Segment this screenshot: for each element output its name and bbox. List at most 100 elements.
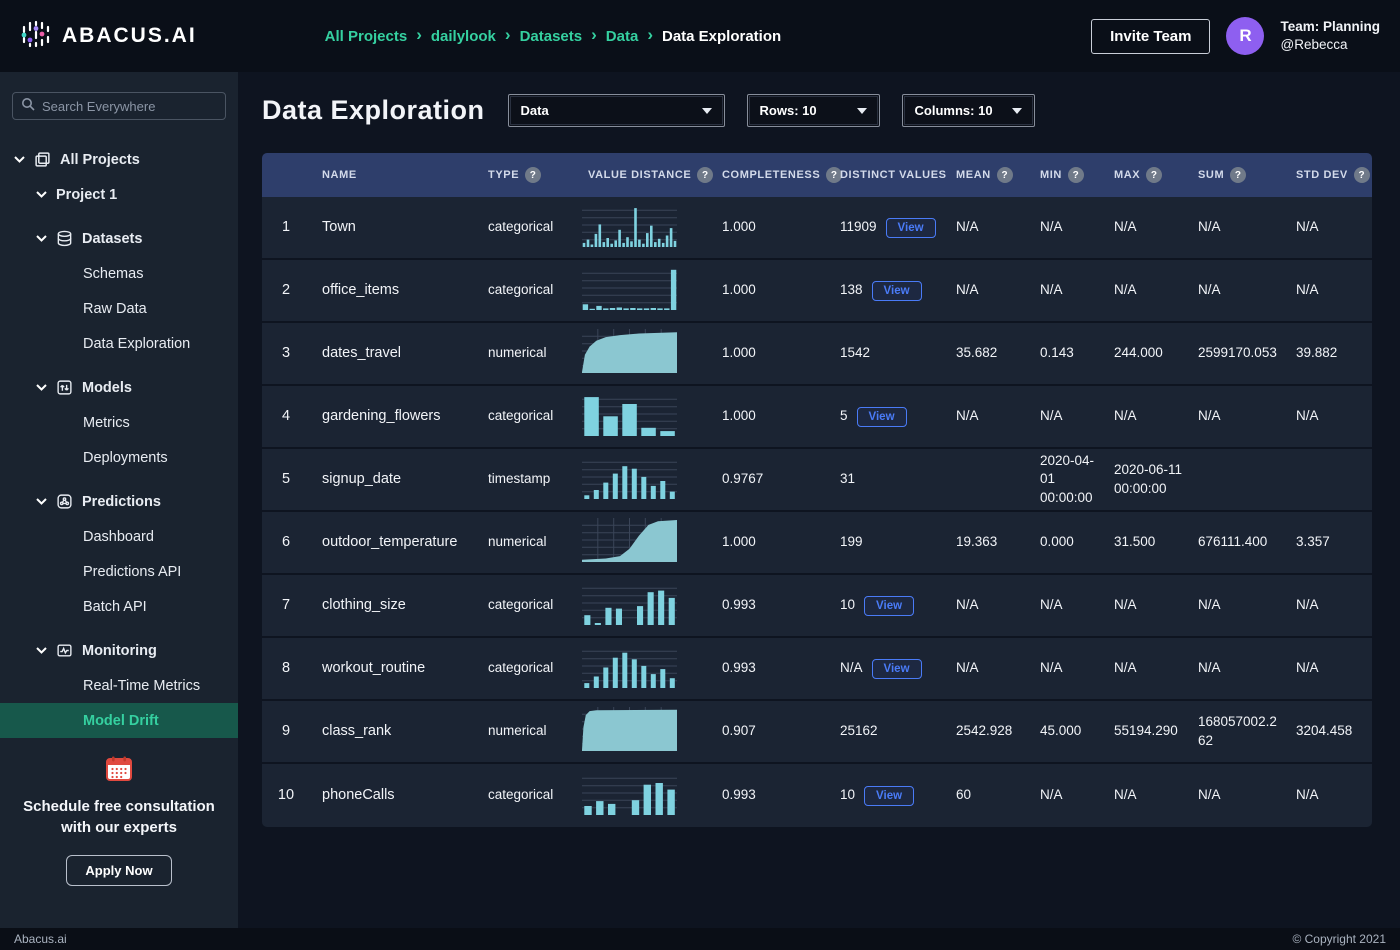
mean-value: 2542.928 [944, 722, 1028, 740]
sidebar-item-monitoring[interactable]: Monitoring [0, 633, 238, 668]
sidebar-item-batch-api[interactable]: Batch API [0, 589, 238, 624]
abacus-logo[interactable]: ABACUS.AI [20, 18, 197, 55]
sidebar-item-label: Real-Time Metrics [83, 678, 200, 694]
sidebar-item-schemas[interactable]: Schemas [0, 256, 238, 291]
promo-line2: with our experts [14, 817, 224, 839]
team-user: @Rebecca [1280, 36, 1380, 54]
feature-type: numerical [476, 722, 576, 740]
help-icon[interactable]: ? [1068, 167, 1084, 183]
column-header-max: MAX? [1102, 167, 1186, 183]
help-icon[interactable]: ? [1146, 167, 1162, 183]
sidebar-item-label: All Projects [60, 152, 140, 168]
sidebar-item-deployments[interactable]: Deployments [0, 440, 238, 475]
sidebar-item-label: Data Exploration [83, 336, 190, 352]
footer: Abacus.ai © Copyright 2021 [0, 928, 1400, 950]
completeness-value: 1.000 [710, 533, 828, 551]
promo-line1: Schedule free consultation [14, 796, 224, 818]
sum-value: N/A [1186, 407, 1284, 425]
sidebar-item-label: Models [82, 380, 132, 396]
min-value: 45.000 [1028, 722, 1102, 740]
help-icon[interactable]: ? [1354, 167, 1370, 183]
table-body: 1Towncategorical1.00011909ViewN/AN/AN/AN… [262, 197, 1372, 827]
help-icon[interactable]: ? [997, 167, 1013, 183]
sidebar-item-predictions[interactable]: Predictions [0, 484, 238, 519]
table-row: 1Towncategorical1.00011909ViewN/AN/AN/AN… [262, 197, 1372, 260]
view-button[interactable]: View [864, 786, 914, 806]
breadcrumb-current-page: Data Exploration [662, 28, 781, 45]
sum-value: N/A [1186, 281, 1284, 299]
help-icon[interactable]: ? [1230, 167, 1246, 183]
data-select[interactable]: Data [508, 94, 725, 127]
sum-value: 2599170.053 [1186, 344, 1284, 362]
breadcrumb-all-projects[interactable]: All Projects [325, 28, 408, 45]
completeness-value: 1.000 [710, 407, 828, 425]
column-header-mean: MEAN? [944, 167, 1028, 183]
invite-team-button[interactable]: Invite Team [1091, 19, 1210, 54]
sidebar-item-label: Schemas [83, 266, 143, 282]
breadcrumb-data[interactable]: Data [606, 28, 639, 45]
column-header-sum: SUM? [1186, 167, 1284, 183]
std-dev-value: 3.357 [1284, 533, 1372, 551]
value-distance-chart [576, 266, 710, 315]
feature-type: numerical [476, 533, 576, 551]
feature-name: office_items [310, 281, 476, 301]
feature-name: dates_travel [310, 344, 476, 364]
caret-down-icon [702, 108, 712, 114]
max-value: N/A [1102, 407, 1186, 425]
abacus-logo-icon [20, 18, 52, 55]
view-button[interactable]: View [872, 281, 922, 301]
columns-select[interactable]: Columns: 10 [902, 94, 1035, 127]
apply-now-button[interactable]: Apply Now [66, 855, 171, 886]
feature-type: categorical [476, 596, 576, 614]
team-info: Team: Planning @Rebecca [1280, 18, 1380, 54]
monitoring-icon [56, 642, 73, 659]
sidebar-item-real-time-metrics[interactable]: Real-Time Metrics [0, 668, 238, 703]
search-box[interactable] [12, 92, 226, 120]
sidebar-item-model-drift[interactable]: Model Drift [0, 703, 238, 738]
sidebar-item-models[interactable]: Models [0, 370, 238, 405]
table-row: 9class_ranknumerical0.90725162View2542.9… [262, 701, 1372, 764]
rows-select[interactable]: Rows: 10 [747, 94, 880, 127]
team-name: Team: Planning [1280, 18, 1380, 36]
breadcrumb-separator: › [647, 25, 653, 45]
max-value: N/A [1102, 786, 1186, 804]
row-index: 7 [262, 596, 310, 616]
breadcrumb-separator: › [505, 25, 511, 45]
sidebar-item-data-exploration[interactable]: Data Exploration [0, 326, 238, 361]
sidebar-item-project-1[interactable]: Project 1 [0, 177, 238, 212]
feature-name: class_rank [310, 722, 476, 742]
mean-value: 60 [944, 786, 1028, 804]
view-button[interactable]: View [857, 407, 907, 427]
search-input[interactable] [42, 99, 217, 114]
breadcrumb-separator: › [416, 25, 422, 45]
column-header-distinct-values: DISTINCT VALUES? [828, 169, 944, 181]
main-content: Data Exploration Data Rows: 10 Columns: … [238, 72, 1400, 928]
value-distance-chart [576, 455, 710, 504]
view-button[interactable]: View [864, 596, 914, 616]
min-value: 2020-04-01 00:00:00 [1028, 452, 1102, 507]
avatar[interactable]: R [1226, 17, 1264, 55]
help-icon[interactable]: ? [525, 167, 541, 183]
view-button[interactable]: View [872, 659, 922, 679]
sidebar-item-label: Predictions [82, 494, 161, 510]
view-button[interactable]: View [886, 218, 936, 238]
table-row: 3dates_travelnumerical1.0001542View35.68… [262, 323, 1372, 386]
sidebar-item-all-projects[interactable]: All Projects [0, 142, 238, 177]
completeness-value: 0.993 [710, 659, 828, 677]
data-exploration-table: NAME? TYPE? VALUE DISTANCE? COMPLETENESS… [262, 153, 1372, 827]
sidebar-item-dashboard[interactable]: Dashboard [0, 519, 238, 554]
value-distance-chart [576, 771, 710, 820]
breadcrumb-datasets[interactable]: Datasets [520, 28, 583, 45]
std-dev-value: N/A [1284, 407, 1372, 425]
sidebar-item-raw-data[interactable]: Raw Data [0, 291, 238, 326]
data-select-value: Data [521, 103, 549, 118]
sidebar-item-metrics[interactable]: Metrics [0, 405, 238, 440]
sidebar-item-predictions-api[interactable]: Predictions API [0, 554, 238, 589]
breadcrumb-dailylook[interactable]: dailylook [431, 28, 496, 45]
chevron-down-icon [36, 191, 47, 198]
predictions-icon [56, 493, 73, 510]
row-index: 8 [262, 659, 310, 679]
distinct-values-count: N/A [840, 659, 863, 677]
sidebar-item-datasets[interactable]: Datasets [0, 221, 238, 256]
distinct-values-count: 25162 [840, 722, 878, 740]
